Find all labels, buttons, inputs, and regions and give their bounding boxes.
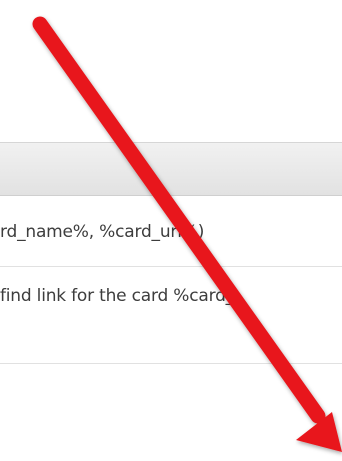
cell-text: rd_name%, %card_url%) [0,222,205,242]
settings-table: rd_name%, %card_url%) find link for the … [0,142,342,364]
cell-text: find link for the card %card_ [0,286,234,306]
table-header [0,142,342,196]
table-row: rd_name%, %card_url%) [0,196,342,267]
content-area [0,364,342,461]
screenshot-crop: rd_name%, %card_url%) find link for the … [0,0,342,461]
table-row: find link for the card %card_ [0,267,342,364]
